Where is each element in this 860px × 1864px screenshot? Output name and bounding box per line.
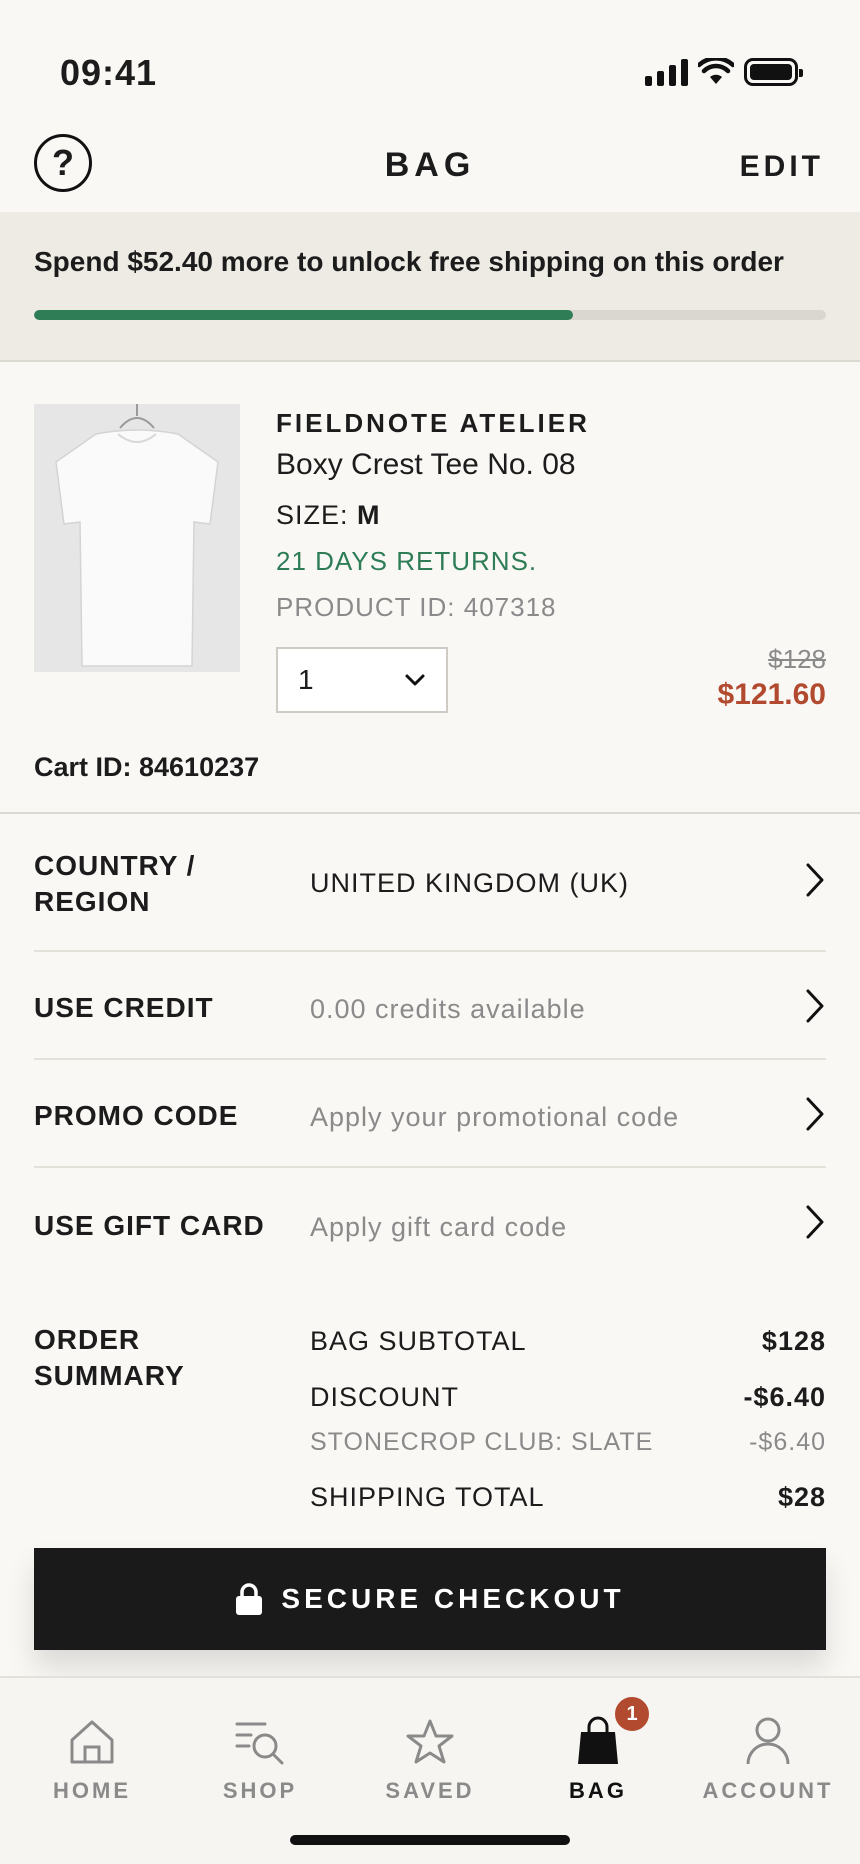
shipping-total-label: SHIPPING TOTAL	[310, 1482, 545, 1512]
promo-code-value: Apply your promotional code	[310, 1102, 680, 1132]
quantity-value: 1	[298, 664, 314, 695]
gift-card-label: USE GIFT CARD	[34, 1210, 265, 1241]
home-indicator	[290, 1835, 570, 1845]
secure-checkout-button[interactable]: SECURE CHECKOUT	[34, 1548, 826, 1650]
page-title: BAG	[384, 146, 476, 184]
tab-account[interactable]: ACCOUNT	[682, 1706, 854, 1804]
promo-code-row[interactable]: PROMO CODE Apply your promotional code	[34, 1060, 826, 1168]
country-region-value: UNITED KINGDOM (UK)	[310, 868, 629, 898]
gift-card-row[interactable]: USE GIFT CARD Apply gift card code	[34, 1168, 826, 1276]
bag-count-badge: 1	[612, 1694, 652, 1734]
discount-line: DISCOUNT -$6.40	[310, 1382, 826, 1413]
chevron-right-icon	[806, 989, 824, 1023]
free-shipping-progress-fill	[34, 310, 573, 320]
product-id: PRODUCT ID: 407318	[276, 592, 557, 622]
product-brand: FIELDNOTE ATELIER	[276, 408, 590, 438]
cellular-signal-icon	[645, 58, 688, 86]
shipping-total-value: $28	[777, 1482, 826, 1512]
gift-card-value: Apply gift card code	[310, 1212, 568, 1242]
order-summary-label: ORDER SUMMARY	[34, 1322, 185, 1394]
tab-account-label: ACCOUNT	[702, 1778, 834, 1803]
shipping-total-line: SHIPPING TOTAL $28	[310, 1482, 826, 1513]
size-value: M	[357, 500, 381, 530]
status-time: 09:41	[60, 52, 158, 93]
product-name[interactable]: Boxy Crest Tee No. 08	[276, 448, 576, 482]
white-tshirt-image	[34, 404, 240, 672]
country-label-line2: REGION	[34, 886, 151, 917]
use-credit-value: 0.00 credits available	[310, 994, 586, 1024]
product-size: SIZE: M	[276, 500, 381, 531]
home-icon	[70, 1720, 114, 1764]
original-price: $128	[768, 644, 826, 674]
free-shipping-message: Spend $52.40 more to unlock free shippin…	[34, 246, 784, 277]
chevron-down-icon	[405, 674, 425, 686]
discount-label: DISCOUNT	[310, 1382, 459, 1412]
tab-home-label: HOME	[53, 1778, 131, 1803]
chevron-right-icon	[806, 863, 824, 897]
club-discount-line: STONECROP CLUB: SLATE -$6.40	[310, 1428, 826, 1457]
discount-value: -$6.40	[743, 1382, 826, 1412]
size-label: SIZE:	[276, 500, 349, 530]
sale-price: $121.60	[717, 678, 826, 711]
tab-bag[interactable]: 1 BAG	[512, 1694, 684, 1804]
use-credit-label: USE CREDIT	[34, 992, 214, 1023]
chevron-right-icon	[806, 1097, 824, 1131]
country-region-label: COUNTRY / REGION	[34, 848, 195, 920]
free-shipping-progress	[34, 310, 826, 320]
header: ? BAG EDIT	[0, 120, 860, 212]
promo-code-label: PROMO CODE	[34, 1100, 239, 1131]
tab-shop[interactable]: SHOP	[174, 1706, 346, 1804]
tab-shop-label: SHOP	[222, 1778, 298, 1803]
bag-item: FIELDNOTE ATELIER Boxy Crest Tee No. 08 …	[0, 362, 860, 814]
returns-info: 21 DAYS RETURNS.	[276, 546, 538, 576]
bag-subtotal-line: BAG SUBTOTAL $128	[310, 1326, 826, 1357]
bag-icon	[578, 1716, 618, 1764]
product-image[interactable]	[34, 404, 240, 672]
cart-id: Cart ID: 84610237	[34, 752, 260, 782]
lock-icon	[236, 1583, 263, 1615]
chevron-right-icon	[806, 1205, 824, 1239]
tab-bag-label: BAG	[569, 1778, 627, 1803]
country-region-row[interactable]: COUNTRY / REGION UNITED KINGDOM (UK)	[34, 814, 826, 952]
order-summary-line2: SUMMARY	[34, 1360, 185, 1391]
person-icon	[746, 1717, 790, 1765]
tab-home[interactable]: HOME	[6, 1706, 178, 1804]
club-discount-label: STONECROP CLUB: SLATE	[310, 1428, 654, 1456]
free-shipping-banner: Spend $52.40 more to unlock free shippin…	[0, 212, 860, 362]
club-discount-value: -$6.40	[749, 1428, 826, 1456]
tab-saved[interactable]: SAVED	[344, 1706, 516, 1804]
battery-icon	[744, 58, 803, 86]
search-list-icon	[235, 1722, 284, 1765]
edit-button[interactable]: EDIT	[740, 150, 824, 184]
country-label-line1: COUNTRY /	[34, 850, 196, 881]
status-bar: 09:41	[0, 0, 860, 120]
quantity-select[interactable]: 1	[276, 647, 448, 713]
bag-subtotal-label: BAG SUBTOTAL	[310, 1326, 527, 1356]
secure-checkout-label: SECURE CHECKOUT	[281, 1583, 625, 1614]
use-credit-row[interactable]: USE CREDIT 0.00 credits available	[34, 952, 826, 1060]
status-icons	[645, 58, 803, 86]
wifi-icon	[698, 58, 734, 84]
bag-subtotal-value: $128	[761, 1326, 826, 1356]
tab-saved-label: SAVED	[385, 1778, 475, 1803]
order-summary-line1: ORDER	[34, 1324, 141, 1355]
star-icon	[406, 1719, 454, 1764]
